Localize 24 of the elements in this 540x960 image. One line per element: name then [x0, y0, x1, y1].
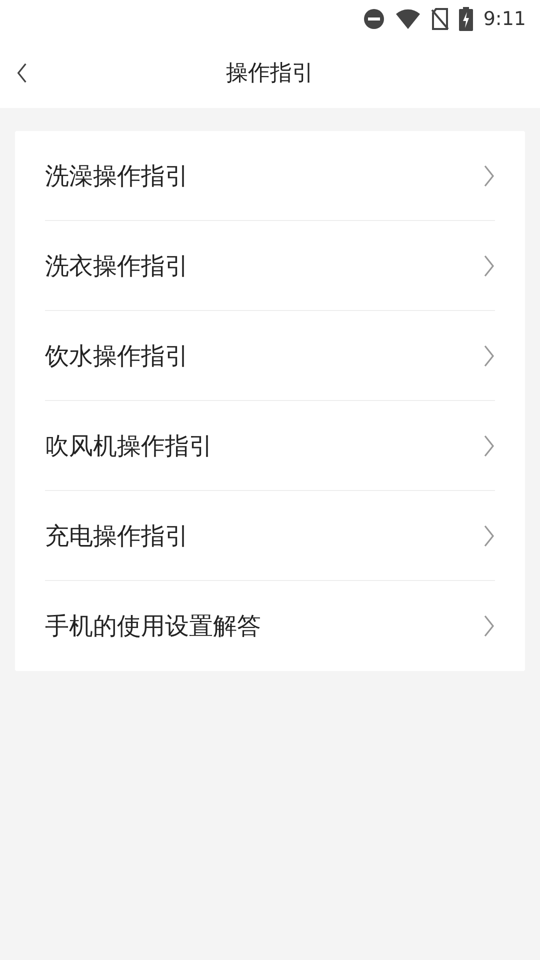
menu-item-label: 饮水操作指引 [45, 340, 189, 372]
menu-item[interactable]: 充电操作指引 [45, 491, 495, 581]
menu-item[interactable]: 饮水操作指引 [45, 311, 495, 401]
status-time: 9:11 [483, 6, 526, 32]
menu-item-label: 洗澡操作指引 [45, 160, 189, 192]
chevron-icon [483, 434, 495, 458]
chevron-icon [483, 344, 495, 368]
wifi-icon [395, 8, 422, 30]
menu-item-label: 充电操作指引 [45, 520, 189, 552]
chevron-icon [483, 164, 495, 188]
menu-item[interactable]: 洗澡操作指引 [45, 131, 495, 221]
battery-charging-icon [459, 7, 474, 31]
menu-item[interactable]: 手机的使用设置解答 [45, 581, 495, 671]
chevron-icon [483, 524, 495, 548]
menu-item-label: 洗衣操作指引 [45, 250, 189, 282]
do-not-disturb-icon [363, 8, 386, 30]
menu-item-label: 吹风机操作指引 [45, 430, 213, 462]
menu-item[interactable]: 吹风机操作指引 [45, 401, 495, 491]
page-title: 操作指引 [226, 60, 314, 88]
menu-item[interactable]: 洗衣操作指引 [45, 221, 495, 311]
menu-item-label: 手机的使用设置解答 [45, 611, 261, 642]
chevron-icon [483, 254, 495, 278]
chevron-icon [483, 614, 495, 638]
no-sim-icon [431, 8, 450, 30]
